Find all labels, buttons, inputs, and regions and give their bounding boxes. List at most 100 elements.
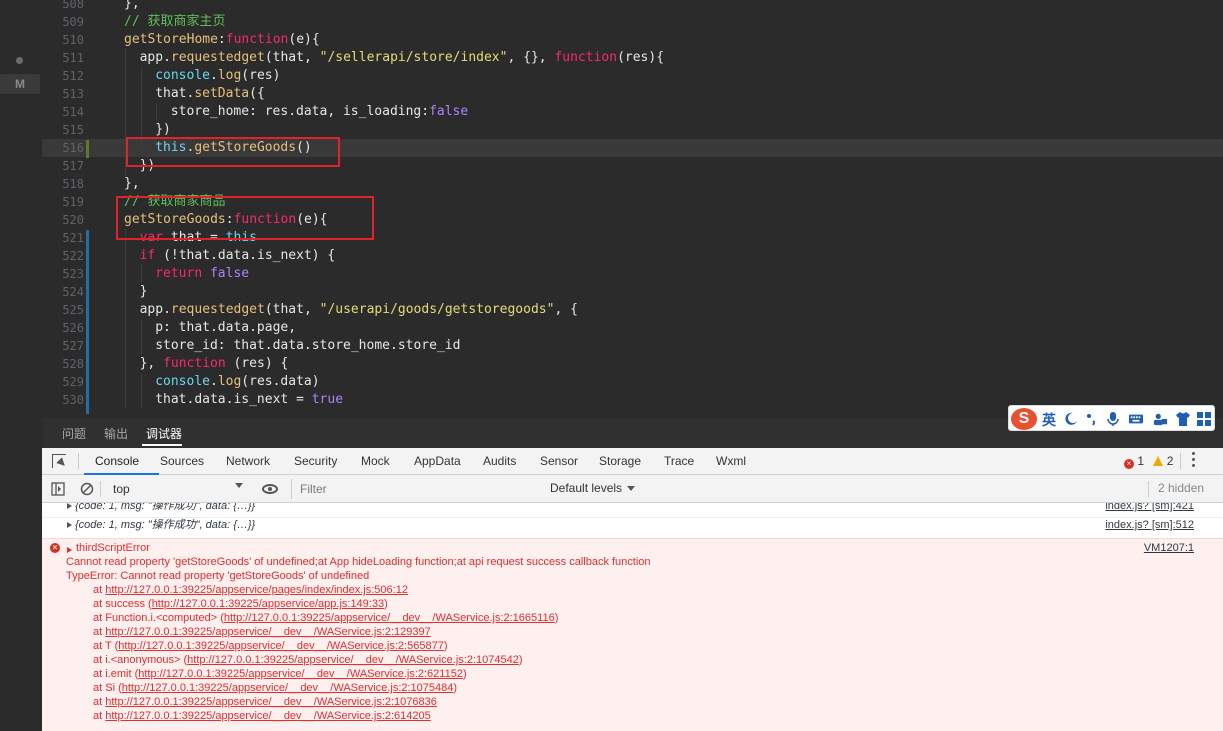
sogou-logo[interactable]: S bbox=[1011, 408, 1037, 430]
code-text: console.log(res) bbox=[155, 67, 280, 85]
punctuation-icon[interactable] bbox=[1085, 412, 1099, 426]
keyboard-icon[interactable] bbox=[1129, 412, 1143, 426]
indent-guide bbox=[140, 319, 142, 337]
indent-guide bbox=[125, 301, 126, 319]
line-number: 516 bbox=[62, 141, 84, 155]
indent-guide bbox=[125, 85, 126, 103]
stack-frame-suffix: ) bbox=[453, 682, 458, 694]
tab-console[interactable]: Console bbox=[95, 454, 139, 468]
clear-console-icon[interactable] bbox=[80, 482, 94, 496]
indent-guide bbox=[125, 283, 126, 301]
code-line[interactable]: 525 app.requestedget(that, "/userapi/good… bbox=[42, 301, 1223, 319]
tab-debugger[interactable]: 调试器 bbox=[146, 425, 182, 442]
tab-problems[interactable]: 问题 bbox=[62, 425, 86, 442]
microphone-icon[interactable] bbox=[1106, 412, 1120, 426]
issue-counter[interactable]: × 1 2 bbox=[1124, 454, 1173, 469]
line-number: 521 bbox=[62, 231, 84, 245]
tab-storage[interactable]: Storage bbox=[599, 454, 641, 468]
line-number: 513 bbox=[62, 87, 84, 101]
tab-appdata[interactable]: AppData bbox=[414, 454, 461, 468]
expand-arrow-icon[interactable] bbox=[67, 547, 72, 553]
code-line[interactable]: 527 store_id: that.data.store_home.store_… bbox=[42, 337, 1223, 355]
console-log-row[interactable]: {code: 1, msg: "操作成功", data: {…}} index.… bbox=[42, 503, 1223, 513]
stack-frame-link[interactable]: http://127.0.0.1:39225/appservice/__dev_… bbox=[105, 710, 431, 722]
code-line[interactable]: 522 if (!that.data.is_next) { bbox=[42, 247, 1223, 265]
stack-frame-link[interactable]: http://127.0.0.1:39225/appservice/pages/… bbox=[105, 584, 408, 596]
code-line[interactable]: 528}, function (res) { bbox=[42, 355, 1223, 373]
code-line[interactable]: 514 store_home: res.data, is_loading:fals… bbox=[42, 103, 1223, 121]
stack-frame-link[interactable]: http://127.0.0.1:39225/appservice/app.js… bbox=[152, 598, 384, 610]
shirt-icon[interactable] bbox=[1176, 412, 1190, 426]
tab-security[interactable]: Security bbox=[294, 454, 337, 468]
devtools-tab-bar: Console Sources Network Security Mock Ap… bbox=[42, 448, 1223, 475]
expand-arrow-icon[interactable] bbox=[67, 522, 72, 528]
eye-icon[interactable] bbox=[262, 484, 278, 494]
error-icon: × bbox=[1124, 459, 1134, 469]
code-line[interactable]: 512 console.log(res) bbox=[42, 67, 1223, 85]
stack-frame-suffix: ) bbox=[384, 598, 388, 610]
code-line[interactable]: 529 console.log(res.data) bbox=[42, 373, 1223, 391]
user-icon[interactable] bbox=[1153, 412, 1167, 426]
code-token: }) bbox=[155, 122, 171, 137]
code-token: ){ bbox=[304, 32, 320, 47]
line-number: 510 bbox=[62, 33, 84, 47]
expand-arrow-icon[interactable] bbox=[67, 503, 72, 509]
more-options-icon[interactable] bbox=[1192, 452, 1196, 468]
stack-frame: at http://127.0.0.1:39225/appservice/__d… bbox=[93, 625, 431, 639]
code-line[interactable]: 511 app.requestedget(that, "/sellerapi/st… bbox=[42, 49, 1223, 67]
line-number: 524 bbox=[62, 285, 84, 299]
tab-output[interactable]: 输出 bbox=[104, 425, 128, 442]
stack-frame-link[interactable]: http://127.0.0.1:39225/appservice/__dev_… bbox=[138, 668, 463, 680]
git-added-bar bbox=[86, 140, 89, 158]
tab-sources[interactable]: Sources bbox=[160, 454, 204, 468]
code-token: }, bbox=[139, 356, 164, 371]
console-log-row[interactable]: {code: 1, msg: "操作成功", data: {…}} index.… bbox=[42, 517, 1223, 533]
context-select[interactable]: top bbox=[107, 479, 247, 499]
code-line[interactable]: 526 p: that.data.page, bbox=[42, 319, 1223, 337]
filter-input[interactable] bbox=[291, 479, 541, 499]
stack-frame-link[interactable]: http://127.0.0.1:39225/appservice/__dev_… bbox=[105, 696, 437, 708]
moon-icon[interactable] bbox=[1064, 412, 1078, 426]
log-source-link[interactable]: index.js? [sm]:421 bbox=[1105, 503, 1194, 513]
error-source-link[interactable]: VM1207:1 bbox=[1144, 541, 1194, 555]
ime-toolbar[interactable]: S 英 bbox=[1008, 405, 1215, 431]
tab-audits[interactable]: Audits bbox=[483, 454, 516, 468]
tab-sensor[interactable]: Sensor bbox=[540, 454, 578, 468]
code-token: log bbox=[217, 374, 242, 389]
code-line[interactable]: 518}, bbox=[42, 175, 1223, 193]
grid-icon[interactable] bbox=[1197, 412, 1211, 426]
log-message: {code: 1, msg: "操作成功", data: {…}} bbox=[75, 503, 256, 512]
toggle-sidebar-icon[interactable] bbox=[51, 482, 65, 496]
stack-frame-link[interactable]: http://127.0.0.1:39225/appservice/__dev_… bbox=[105, 626, 431, 638]
chevron-down-icon bbox=[627, 486, 636, 491]
code-line[interactable]: 523 return false bbox=[42, 265, 1223, 283]
divider bbox=[100, 481, 101, 497]
line-number: 517 bbox=[62, 159, 84, 173]
log-levels-dropdown[interactable]: Default levels bbox=[550, 481, 636, 495]
error-message-block[interactable]: × thirdScriptError VM1207:1 Cannot read … bbox=[42, 538, 1223, 731]
code-line[interactable]: 510 getStoreHome:function(e){ bbox=[42, 31, 1223, 49]
code-token: p: that.data.page, bbox=[155, 320, 297, 335]
log-source-link[interactable]: index.js? [sm]:512 bbox=[1105, 518, 1194, 532]
stack-frame-link[interactable]: http://127.0.0.1:39225/appservice/__dev_… bbox=[122, 682, 454, 694]
stack-frame-label: at Function.i.<computed> ( bbox=[93, 612, 224, 624]
code-text: that.setData({ bbox=[155, 85, 265, 103]
ime-language-mode[interactable]: 英 bbox=[1042, 410, 1056, 430]
tab-wxml[interactable]: Wxml bbox=[716, 454, 746, 468]
code-editor[interactable]: 508}, 509// 获取商家主页 510 getStoreHome:functio… bbox=[42, 0, 1223, 418]
code-token: (res){ bbox=[617, 50, 665, 65]
stack-frame-link[interactable]: http://127.0.0.1:39225/appservice/__dev_… bbox=[118, 640, 444, 652]
tab-mock[interactable]: Mock bbox=[361, 454, 390, 468]
tab-network[interactable]: Network bbox=[226, 454, 270, 468]
code-line[interactable]: 508}, bbox=[42, 0, 1223, 13]
console-output[interactable]: {code: 1, msg: "操作成功", data: {…}} index.… bbox=[42, 503, 1223, 731]
code-token: if bbox=[139, 248, 156, 263]
tab-trace[interactable]: Trace bbox=[664, 454, 694, 468]
code-line[interactable]: 513 that.setData({ bbox=[42, 85, 1223, 103]
code-line[interactable]: 509 // 获取商家主页 bbox=[42, 13, 1223, 31]
code-token: setData bbox=[194, 86, 250, 101]
code-token: e bbox=[296, 32, 305, 47]
stack-frame-link[interactable]: http://127.0.0.1:39225/appservice/__dev_… bbox=[187, 654, 519, 666]
code-line[interactable]: 524} bbox=[42, 283, 1223, 301]
stack-frame-link[interactable]: http://127.0.0.1:39225/appservice/__dev_… bbox=[224, 612, 555, 624]
